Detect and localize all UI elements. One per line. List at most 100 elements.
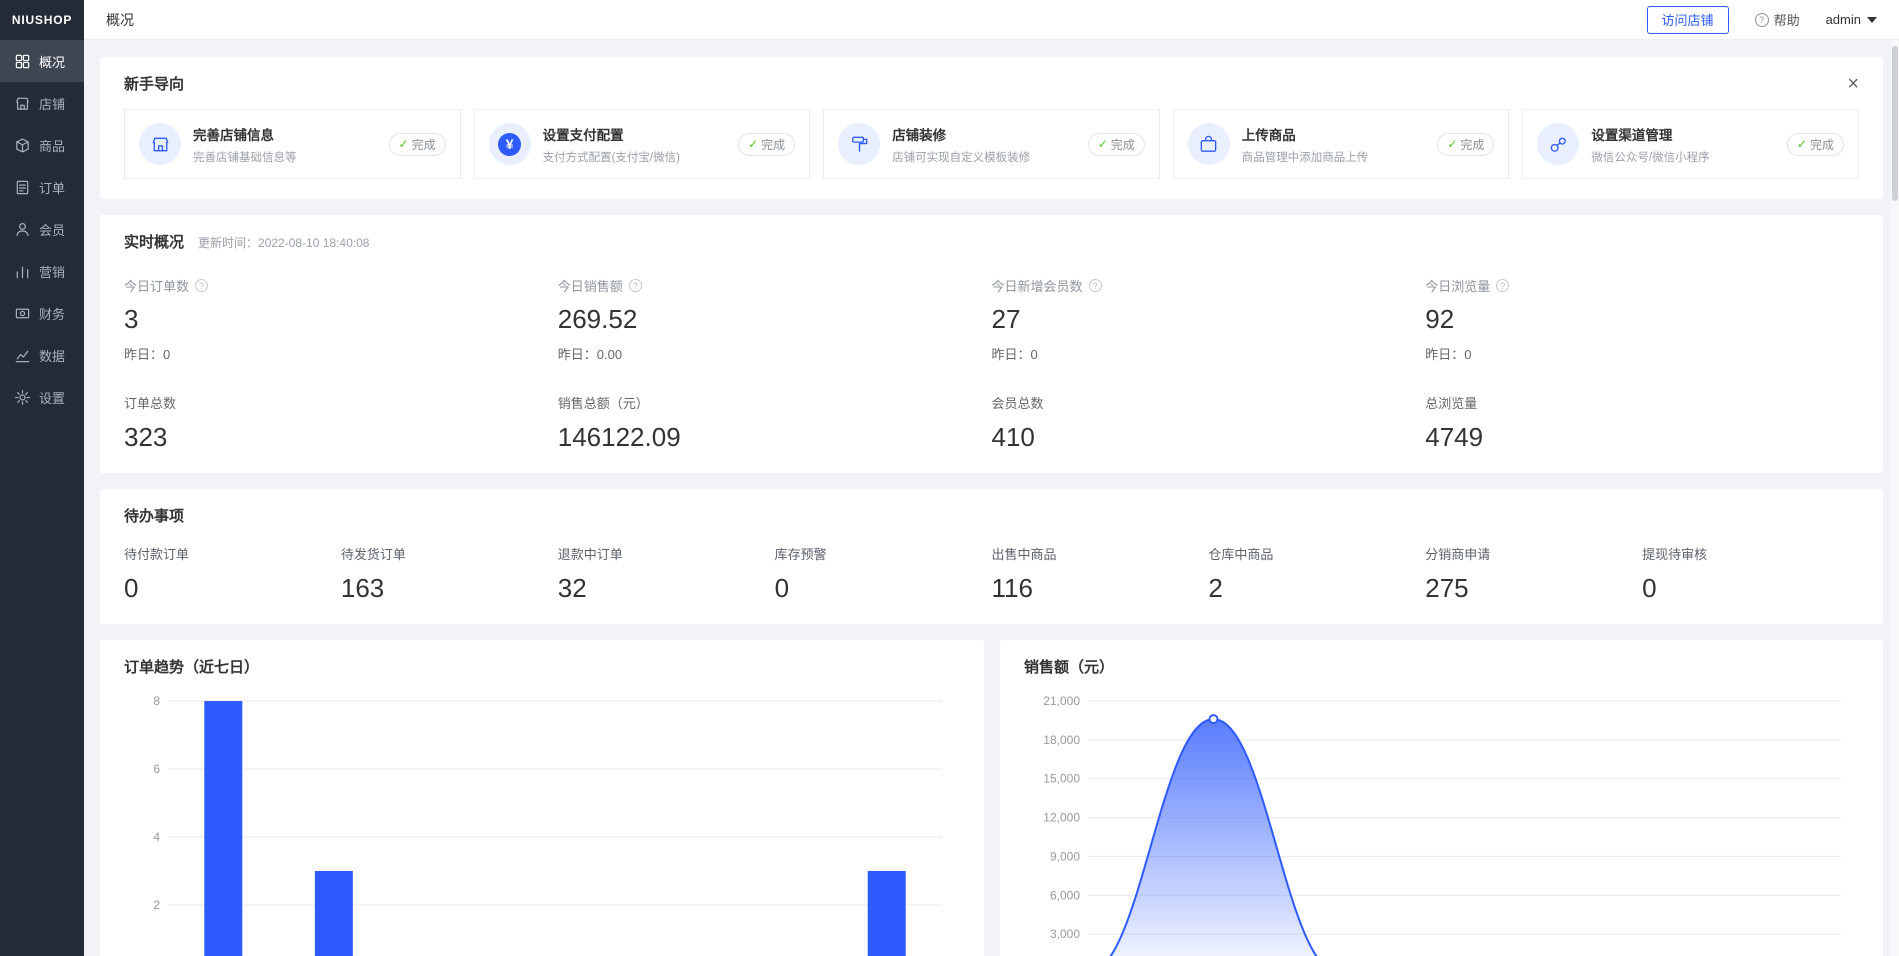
check-icon: ✓ (1447, 137, 1457, 151)
guide-card-title: 上传商品 (1242, 124, 1369, 144)
stat-total-views: 总浏览量 4749 (1425, 393, 1859, 453)
sidebar-item-shop[interactable]: 店铺 (0, 82, 84, 124)
sidebar-item-settings[interactable]: 设置 (0, 376, 84, 418)
guide-card-title: 店铺装修 (892, 124, 1030, 144)
check-icon: ✓ (748, 137, 758, 151)
chevron-down-icon (1867, 17, 1877, 23)
guide-card-channel[interactable]: 设置渠道管理 微信公众号/微信小程序 ✓ 完成 (1522, 109, 1859, 179)
stat-total-orders: 订单总数 323 (124, 393, 558, 453)
stat-total-members: 会员总数 410 (992, 393, 1426, 453)
sidebar: NIUSHOP 概况 店铺 商品 订单 会员 营销 财务 (0, 0, 84, 956)
status-label: 完成 (761, 136, 785, 153)
status-label: 完成 (412, 136, 436, 153)
sidebar-item-order[interactable]: 订单 (0, 166, 84, 208)
check-icon: ✓ (1797, 137, 1807, 151)
guide-card-pay-config[interactable]: ¥ 设置支付配置 支付方式配置(支付宝/微信) ✓ 完成 (474, 109, 811, 179)
guide-card-store-info[interactable]: 完善店铺信息 完善店铺基础信息等 ✓ 完成 (124, 109, 461, 179)
overview-icon (13, 52, 31, 70)
total-stats: 订单总数 323 销售总额（元） 146122.09 会员总数 410 总浏览量… (124, 393, 1859, 453)
todo-warehouse-goods[interactable]: 仓库中商品 2 (1208, 544, 1425, 604)
status-badge: ✓ 完成 (389, 133, 446, 156)
guide-card-title: 完善店铺信息 (193, 124, 297, 144)
sidebar-item-label: 订单 (39, 178, 65, 197)
sidebar-item-label: 概况 (39, 52, 65, 71)
stat-value: 3 (124, 304, 558, 335)
svg-text:2: 2 (153, 898, 160, 912)
visit-shop-button[interactable]: 访问店铺 (1647, 6, 1729, 34)
help-circle-icon: ? (1755, 13, 1769, 27)
sidebar-item-label: 财务 (39, 304, 65, 323)
svg-text:18,000: 18,000 (1043, 733, 1080, 747)
upload-goods-icon (1188, 123, 1230, 165)
todo-pending-payment[interactable]: 待付款订单 0 (124, 544, 341, 604)
stat-total-sales: 销售总额（元） 146122.09 (558, 393, 992, 453)
guide-card-subtitle: 店铺可实现自定义模板装修 (892, 149, 1030, 165)
sales-chart-panel: 销售额（元） 3,0006,0009,00012,00015,00018,000… (1000, 640, 1883, 956)
stat-today-orders: 今日订单数? 3 昨日：0 (124, 276, 558, 363)
sidebar-item-marketing[interactable]: 营销 (0, 250, 84, 292)
realtime-panel: 实时概况 更新时间：2022-08-10 18:40:08 今日订单数? 3 昨… (100, 215, 1883, 473)
sidebar-item-member[interactable]: 会员 (0, 208, 84, 250)
status-label: 完成 (1460, 136, 1484, 153)
svg-text:6,000: 6,000 (1050, 888, 1080, 902)
status-label: 完成 (1810, 136, 1834, 153)
stat-value: 92 (1425, 304, 1859, 335)
svg-text:21,000: 21,000 (1043, 694, 1080, 708)
charts-row: 订单趋势（近七日） 2468 销售额（元） 3,0006,0009,00012,… (100, 640, 1883, 956)
app-logo: NIUSHOP (0, 0, 84, 40)
status-badge: ✓ 完成 (738, 133, 795, 156)
svg-text:12,000: 12,000 (1043, 811, 1080, 825)
guide-card-subtitle: 完善店铺基础信息等 (193, 149, 297, 165)
guide-card-subtitle: 支付方式配置(支付宝/微信) (543, 149, 680, 165)
marketing-icon (13, 262, 31, 280)
todo-pending-shipment[interactable]: 待发货订单 163 (341, 544, 558, 604)
pay-config-icon: ¥ (489, 123, 531, 165)
help-link[interactable]: ? 帮助 (1755, 10, 1800, 29)
svg-text:8: 8 (153, 694, 160, 708)
sidebar-item-overview[interactable]: 概况 (0, 40, 84, 82)
main-content: 新手导向 × 完善店铺信息 完善店铺基础信息等 ✓ 完成 (84, 40, 1899, 956)
sidebar-item-label: 店铺 (39, 94, 65, 113)
realtime-header: 实时概况 更新时间：2022-08-10 18:40:08 (124, 231, 1859, 252)
stat-yesterday: 昨日：0 (124, 344, 558, 363)
sidebar-item-finance[interactable]: 财务 (0, 292, 84, 334)
status-badge: ✓ 完成 (1088, 133, 1145, 156)
todo-stock-warning[interactable]: 库存预警 0 (775, 544, 992, 604)
check-icon: ✓ (399, 137, 409, 151)
update-time: 更新时间：2022-08-10 18:40:08 (198, 234, 369, 251)
svg-text:4: 4 (153, 830, 160, 844)
store-info-icon (139, 123, 181, 165)
stat-yesterday: 昨日：0 (992, 344, 1426, 363)
scrollbar-thumb[interactable] (1892, 46, 1898, 201)
guide-card-upload-goods[interactable]: 上传商品 商品管理中添加商品上传 ✓ 完成 (1173, 109, 1510, 179)
decorate-icon (838, 123, 880, 165)
question-circle-icon[interactable]: ? (1089, 279, 1102, 292)
topbar: 概况 访问店铺 ? 帮助 admin (84, 0, 1899, 40)
scrollbar (1891, 40, 1899, 956)
order-trend-title: 订单趋势（近七日） (124, 656, 960, 677)
stat-today-sales: 今日销售额? 269.52 昨日：0.00 (558, 276, 992, 363)
user-menu[interactable]: admin (1826, 12, 1877, 27)
realtime-title: 实时概况 (124, 231, 184, 252)
stat-yesterday: 昨日：0.00 (558, 344, 992, 363)
todo-grid: 待付款订单 0 待发货订单 163 退款中订单 32 库存预警 0 (124, 544, 1859, 604)
todo-refunding[interactable]: 退款中订单 32 (558, 544, 775, 604)
guide-card-decorate[interactable]: 店铺装修 店铺可实现自定义模板装修 ✓ 完成 (823, 109, 1160, 179)
sidebar-item-data[interactable]: 数据 (0, 334, 84, 376)
todo-on-sale-goods[interactable]: 出售中商品 116 (992, 544, 1209, 604)
question-circle-icon[interactable]: ? (629, 279, 642, 292)
finance-icon (13, 304, 31, 322)
sidebar-item-label: 会员 (39, 220, 65, 239)
stat-value: 269.52 (558, 304, 992, 335)
close-icon[interactable]: × (1847, 74, 1859, 94)
question-circle-icon[interactable]: ? (195, 279, 208, 292)
question-circle-icon[interactable]: ? (1496, 279, 1509, 292)
status-badge: ✓ 完成 (1437, 133, 1494, 156)
todo-distributor-apply[interactable]: 分销商申请 275 (1425, 544, 1642, 604)
sidebar-item-goods[interactable]: 商品 (0, 124, 84, 166)
data-icon (13, 346, 31, 364)
guide-card-title: 设置渠道管理 (1591, 124, 1709, 144)
today-stats: 今日订单数? 3 昨日：0 今日销售额? 269.52 昨日：0.00 今日新增… (124, 276, 1859, 363)
todo-withdraw-review[interactable]: 提现待审核 0 (1642, 544, 1859, 604)
sales-chart-title: 销售额（元） (1024, 656, 1859, 677)
